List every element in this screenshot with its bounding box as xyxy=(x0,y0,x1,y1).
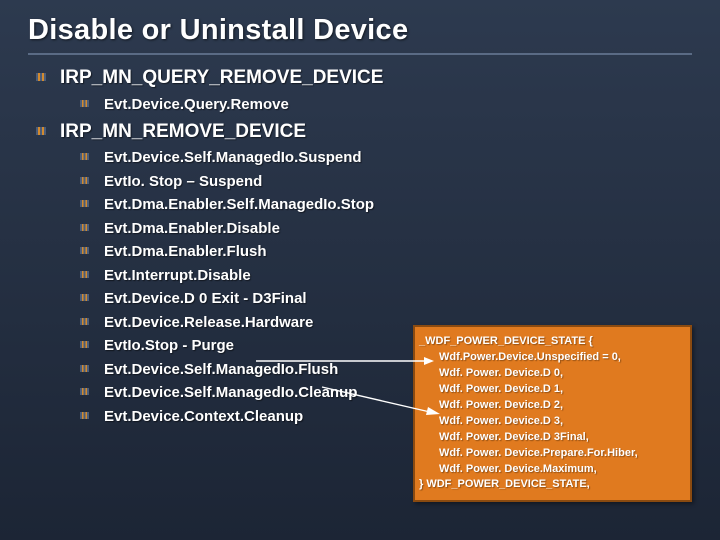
item-text: EvtIo.Stop - Purge xyxy=(104,337,234,354)
bullet-icon xyxy=(80,177,89,184)
list-item: Evt.Dma.Enabler.Flush xyxy=(80,243,692,260)
bullet-icon xyxy=(36,73,46,81)
bullet-icon xyxy=(36,127,46,135)
code-line: Wdf.Power.Device.Unspecified = 0, xyxy=(419,350,684,366)
bullet-icon xyxy=(80,412,89,419)
list-item: EvtIo. Stop – Suspend xyxy=(80,173,692,190)
code-line: Wdf. Power. Device.D 0, xyxy=(419,366,684,382)
item-text: Evt.Device.Context.Cleanup xyxy=(104,408,303,425)
code-line: Wdf. Power. Device.D 3, xyxy=(419,414,684,430)
item-text: Evt.Device.Query.Remove xyxy=(104,96,289,113)
bullet-icon xyxy=(80,341,89,348)
bullet-icon xyxy=(80,294,89,301)
bullet-icon xyxy=(80,271,89,278)
item-text: Evt.Dma.Enabler.Self.ManagedIo.Stop xyxy=(104,196,374,213)
item-text: Evt.Device.Self.ManagedIo.Flush xyxy=(104,361,338,378)
list-item: Evt.Device.D 0 Exit - D3Final xyxy=(80,290,692,307)
bullet-icon xyxy=(80,365,89,372)
item-text: EvtIo. Stop – Suspend xyxy=(104,173,262,190)
code-line: Wdf. Power. Device.Maximum, xyxy=(419,462,684,478)
bullet-icon xyxy=(80,388,89,395)
heading-text: IRP_MN_QUERY_REMOVE_DEVICE xyxy=(60,67,383,88)
list-item: Evt.Interrupt.Disable xyxy=(80,267,692,284)
bullet-icon xyxy=(80,200,89,207)
item-text: Evt.Device.Release.Hardware xyxy=(104,314,313,331)
code-line: Wdf. Power. Device.D 3Final, xyxy=(419,430,684,446)
bullet-icon xyxy=(80,153,89,160)
code-line: Wdf. Power. Device.D 2, xyxy=(419,398,684,414)
item-text: Evt.Interrupt.Disable xyxy=(104,267,251,284)
bullet-icon xyxy=(80,318,89,325)
item-text: Evt.Device.Self.ManagedIo.Cleanup xyxy=(104,384,357,401)
code-line: } WDF_POWER_DEVICE_STATE, xyxy=(419,477,684,493)
bullet-icon xyxy=(80,224,89,231)
heading-text: IRP_MN_REMOVE_DEVICE xyxy=(60,121,306,142)
sublist-1: Evt.Device.Query.Remove xyxy=(60,96,692,113)
bullet-icon xyxy=(80,100,89,107)
list-item: Evt.Dma.Enabler.Disable xyxy=(80,220,692,237)
content-area: IRP_MN_QUERY_REMOVE_DEVICE Evt.Device.Qu… xyxy=(28,67,692,425)
code-line: Wdf. Power. Device.Prepare.For.Hiber, xyxy=(419,446,684,462)
list-item: Evt.Device.Self.ManagedIo.Suspend xyxy=(80,149,692,166)
code-box: _WDF_POWER_DEVICE_STATE { Wdf.Power.Devi… xyxy=(413,325,692,502)
slide: Disable or Uninstall Device IRP_MN_QUERY… xyxy=(0,0,720,540)
item-text: Evt.Device.D 0 Exit - D3Final xyxy=(104,290,307,307)
bullet-icon xyxy=(80,247,89,254)
item-text: Evt.Dma.Enabler.Flush xyxy=(104,243,267,260)
slide-title: Disable or Uninstall Device xyxy=(28,14,692,55)
item-text: Evt.Dma.Enabler.Disable xyxy=(104,220,280,237)
list-item: Evt.Device.Query.Remove xyxy=(80,96,692,113)
list-item: Evt.Dma.Enabler.Self.ManagedIo.Stop xyxy=(80,196,692,213)
code-line: Wdf. Power. Device.D 1, xyxy=(419,382,684,398)
code-line: _WDF_POWER_DEVICE_STATE { xyxy=(419,334,684,350)
item-text: Evt.Device.Self.ManagedIo.Suspend xyxy=(104,149,362,166)
section-heading-1: IRP_MN_QUERY_REMOVE_DEVICE Evt.Device.Qu… xyxy=(36,67,692,113)
